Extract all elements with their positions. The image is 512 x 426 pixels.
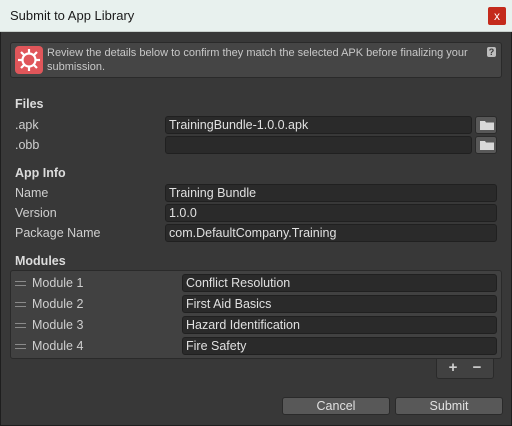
title-bar: Submit to App Library x xyxy=(0,0,512,32)
package-name-field[interactable]: com.DefaultCompany.Training xyxy=(165,224,497,242)
drag-handle-icon[interactable] xyxy=(15,323,26,328)
apk-browse-button[interactable] xyxy=(475,116,497,134)
folder-icon xyxy=(480,141,494,150)
close-button[interactable]: x xyxy=(488,7,506,25)
module-label: Module 4 xyxy=(32,339,84,353)
files-header: Files xyxy=(15,97,44,111)
package-name-label: Package Name xyxy=(15,226,101,240)
submit-button[interactable]: Submit xyxy=(395,397,503,415)
info-message: Review the details below to confirm they… xyxy=(47,47,468,73)
list-add-remove-footer: + − xyxy=(436,359,494,379)
module-field[interactable]: Conflict Resolution xyxy=(182,274,497,292)
remove-module-button[interactable]: − xyxy=(465,359,489,377)
drag-handle-icon[interactable] xyxy=(15,302,26,307)
module-label: Module 1 xyxy=(32,276,84,290)
module-field[interactable]: First Aid Basics xyxy=(182,295,497,313)
apk-label: .apk xyxy=(15,118,39,132)
cancel-button[interactable]: Cancel xyxy=(282,397,390,415)
obb-field[interactable] xyxy=(165,136,472,154)
app-library-icon xyxy=(15,46,43,74)
drag-handle-icon[interactable] xyxy=(15,281,26,286)
module-label: Module 2 xyxy=(32,297,84,311)
name-field[interactable]: Training Bundle xyxy=(165,184,497,202)
apk-field[interactable]: TrainingBundle-1.0.0.apk xyxy=(165,116,472,134)
obb-browse-button[interactable] xyxy=(475,136,497,154)
version-label: Version xyxy=(15,206,57,220)
name-label: Name xyxy=(15,186,49,200)
add-module-button[interactable]: + xyxy=(441,359,465,377)
folder-icon xyxy=(480,121,494,130)
module-label: Module 3 xyxy=(32,318,84,332)
module-field[interactable]: Fire Safety xyxy=(182,337,497,355)
modules-header: Modules xyxy=(15,254,66,268)
module-field[interactable]: Hazard Identification xyxy=(182,316,497,334)
info-box: Review the details below to confirm they… xyxy=(10,42,502,78)
drag-handle-icon[interactable] xyxy=(15,344,26,349)
version-field[interactable]: 1.0.0 xyxy=(165,204,497,222)
help-icon[interactable]: ? xyxy=(487,47,496,57)
app-info-header: App Info xyxy=(15,166,66,180)
obb-label: .obb xyxy=(15,138,40,152)
window-title: Submit to App Library xyxy=(10,8,135,23)
